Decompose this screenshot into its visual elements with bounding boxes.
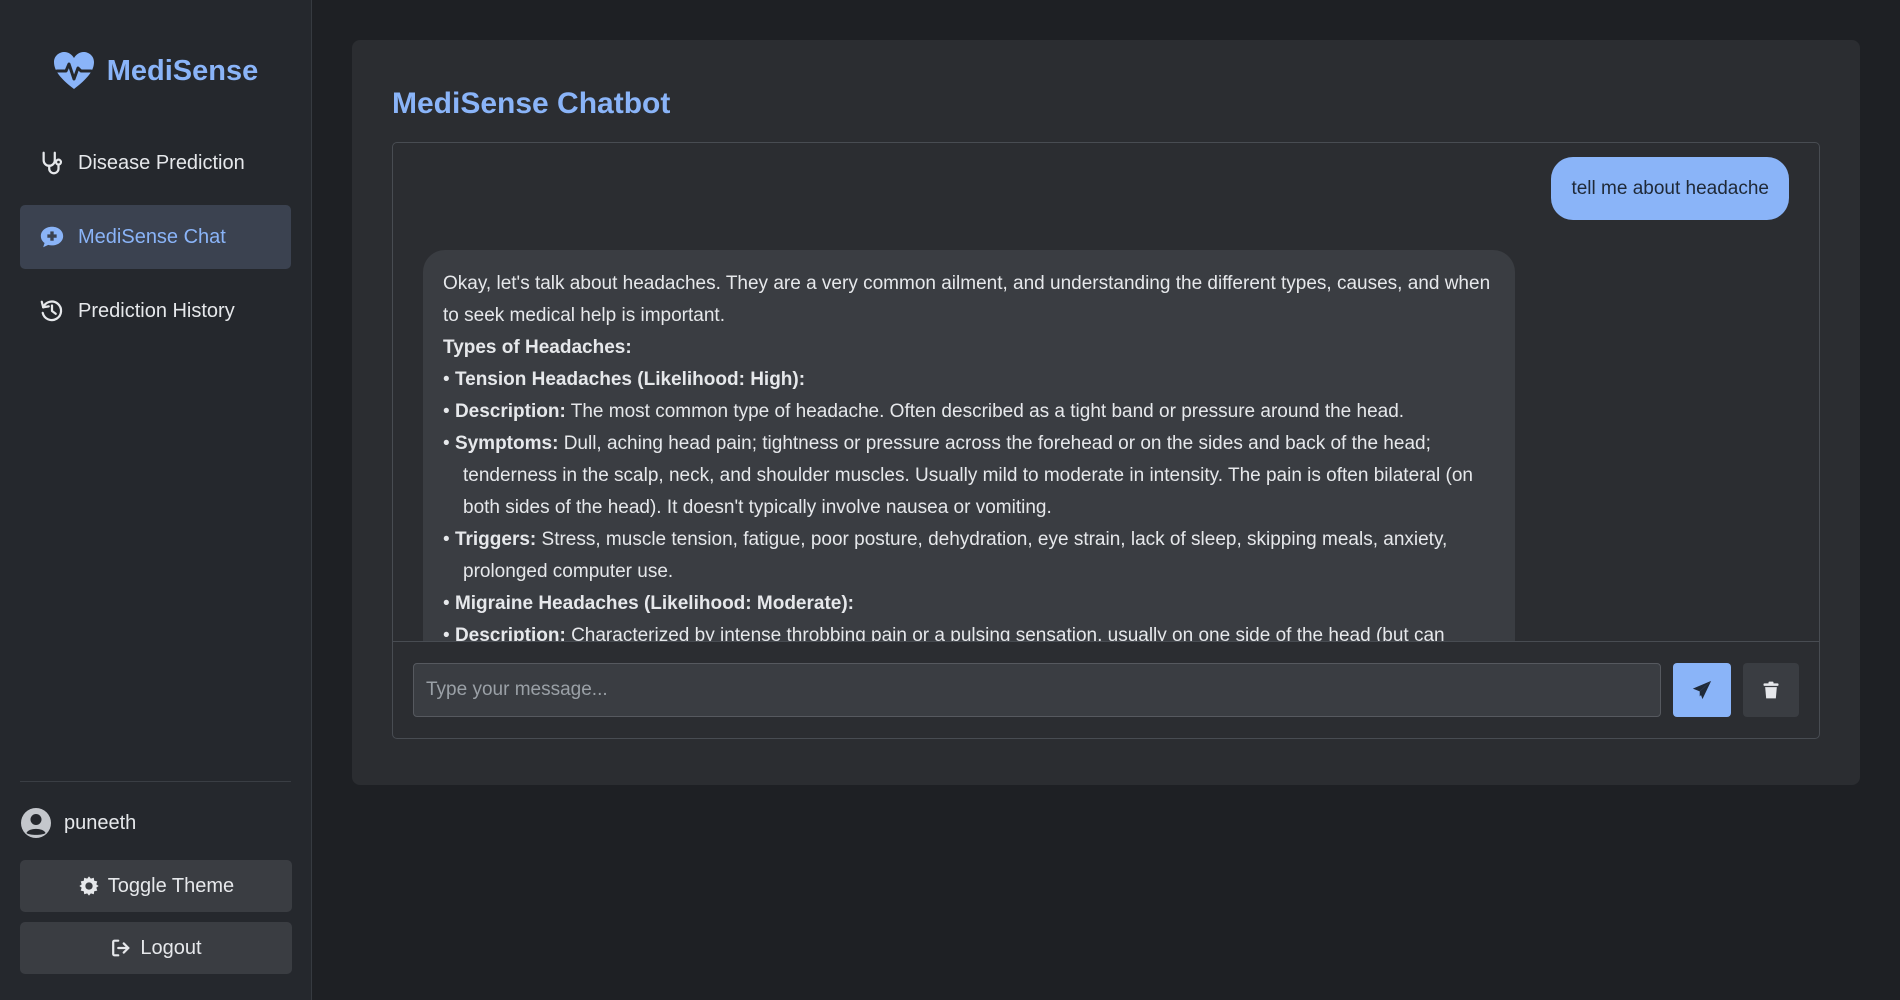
bot-bullet: • Migraine Headaches (Likelihood: Modera… <box>443 593 855 614</box>
sidebar-item-label: Prediction History <box>78 299 235 322</box>
user-message-row: tell me about headache <box>423 157 1789 220</box>
user-row: puneeth <box>20 802 291 844</box>
bullet-text: Stress, muscle tension, fatigue, poor po… <box>463 529 1448 582</box>
bot-bullet: • Symptoms: Dull, aching head pain; tigh… <box>443 433 1473 518</box>
stethoscope-icon <box>38 149 66 177</box>
gear-icon <box>79 876 99 896</box>
types-heading: Types of Headaches: <box>443 337 632 358</box>
page-title: MediSense Chatbot <box>392 87 671 120</box>
heart-pulse-icon <box>53 51 95 91</box>
bot-bullet: • Triggers: Stress, muscle tension, fati… <box>443 529 1448 582</box>
paper-plane-icon <box>1692 680 1712 700</box>
chat-medical-icon <box>38 223 66 251</box>
main-content: MediSense Chatbot tell me about headache… <box>312 0 1900 1000</box>
history-icon <box>38 297 66 325</box>
bot-bullet: • Description: Characterized by intense … <box>443 620 1495 641</box>
sidebar: MediSense Disease Prediction MediSense C… <box>0 0 312 1000</box>
bullet-text: Dull, aching head pain; tightness or pre… <box>463 433 1473 518</box>
sidebar-item-label: MediSense Chat <box>78 225 226 248</box>
toggle-theme-button[interactable]: Toggle Theme <box>20 860 292 912</box>
sidebar-item-label: Disease Prediction <box>78 151 245 174</box>
brand: MediSense <box>20 35 291 107</box>
bullet-label: Description: <box>454 625 566 642</box>
user-message: tell me about headache <box>1551 157 1789 220</box>
message-list[interactable]: tell me about headache Okay, let's talk … <box>393 143 1819 642</box>
tension-heading: Tension Headaches (Likelihood: High): <box>454 369 806 390</box>
bullet-text: Characterized by intense throbbing pain … <box>571 625 1445 642</box>
logout-icon <box>112 939 130 957</box>
user-name: puneeth <box>64 811 137 834</box>
logout-label: Logout <box>140 936 202 959</box>
trash-icon <box>1763 681 1779 699</box>
brand-name: MediSense <box>106 54 259 87</box>
bot-heading-types: Types of Headaches: <box>443 332 1495 364</box>
logout-button[interactable]: Logout <box>20 922 292 974</box>
user-avatar-icon <box>20 807 52 839</box>
sidebar-item-medisense-chat[interactable]: MediSense Chat <box>20 205 291 269</box>
send-button[interactable] <box>1673 663 1731 718</box>
bullet-label: Symptoms: <box>454 433 559 454</box>
bullet-label: Triggers: <box>454 529 537 550</box>
bot-message: Okay, let's talk about headaches. They a… <box>423 250 1515 642</box>
chat-card: MediSense Chatbot tell me about headache… <box>352 40 1860 785</box>
bot-bullet: • Tension Headaches (Likelihood: High): <box>443 369 806 390</box>
sidebar-footer: puneeth Toggle Theme Logout <box>20 781 292 1000</box>
sidebar-nav: Disease Prediction MediSense Chat Predic… <box>20 131 291 343</box>
app-root: MediSense Disease Prediction MediSense C… <box>0 0 1900 1000</box>
sidebar-item-prediction-history[interactable]: Prediction History <box>20 279 291 343</box>
chat-box: tell me about headache Okay, let's talk … <box>392 142 1820 739</box>
bullet-label: Description: <box>454 401 566 422</box>
migraine-heading: Migraine Headaches (Likelihood: Moderate… <box>454 593 855 614</box>
clear-chat-button[interactable] <box>1743 663 1799 718</box>
chat-input-row <box>393 641 1819 738</box>
bot-intro: Okay, let's talk about headaches. They a… <box>443 273 1491 326</box>
bot-bullet: • Description: The most common type of h… <box>443 401 1405 422</box>
sidebar-item-disease-prediction[interactable]: Disease Prediction <box>20 131 291 195</box>
toggle-theme-label: Toggle Theme <box>107 874 235 897</box>
message-input[interactable] <box>413 663 1661 718</box>
bullet-text: The most common type of headache. Often … <box>570 401 1405 422</box>
